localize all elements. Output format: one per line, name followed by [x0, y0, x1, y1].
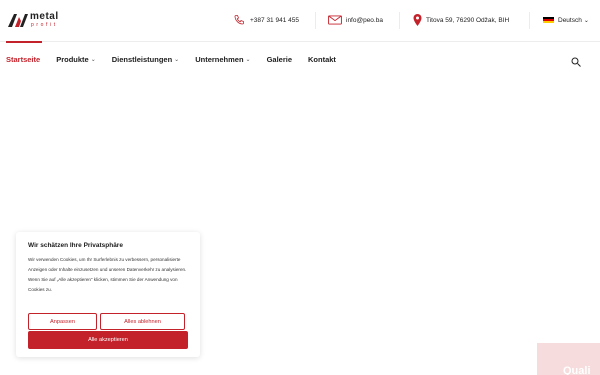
location-pin-icon: [413, 14, 422, 26]
cookie-title: Wir schätzen Ihre Privatsphäre: [28, 242, 123, 249]
language-switcher[interactable]: Deutsch ⌄: [543, 12, 589, 28]
cookie-text: Wir verwenden Cookies, um Ihr Surferlebn…: [28, 257, 187, 292]
nav-item-label: Galerie: [266, 54, 293, 64]
reject-label: Alles ablehnen: [124, 318, 161, 325]
language-label: Deutsch: [558, 16, 582, 24]
nav-item-label: Dienstleistungen: [111, 54, 173, 64]
chevron-down-icon: ⌄: [583, 17, 589, 24]
header-phone[interactable]: +387 31 941 455: [233, 12, 299, 28]
header-divider: [0, 41, 600, 42]
header-address[interactable]: Titova 59, 76290 Odžak, BIH: [413, 12, 509, 28]
accept-label: Alle akzeptieren: [88, 337, 128, 343]
main-nav: Startseite Produkte ⌄ Dienstleistungen ⌄…: [6, 51, 352, 67]
chevron-down-icon: ⌄: [90, 56, 96, 63]
logo-mark-icon: [8, 14, 28, 27]
nav-item-label: Produkte: [56, 54, 89, 64]
nav-item-label: Kontakt: [308, 54, 336, 64]
accept-all-button[interactable]: Alle akzeptieren: [28, 331, 188, 349]
address-text: Titova 59, 76290 Odžak, BIH: [426, 16, 510, 24]
phone-icon: [234, 15, 244, 25]
active-nav-indicator: [6, 41, 42, 43]
nav-item-unternehmen[interactable]: Unternehmen ⌄: [195, 55, 250, 64]
nav-item-startseite[interactable]: Startseite: [6, 55, 40, 64]
header-separator: [529, 12, 530, 29]
quality-badge: Quali: [537, 343, 600, 375]
header-email[interactable]: info@peo.ba: [328, 12, 383, 28]
nav-item-dienstleistungen[interactable]: Dienstleistungen ⌄: [112, 55, 179, 64]
nav-item-label: Unternehmen: [195, 54, 244, 64]
logo-subtitle: profit: [31, 22, 58, 28]
header-separator: [315, 12, 316, 29]
search-icon: [571, 57, 581, 67]
nav-item-label: Startseite: [6, 54, 41, 64]
logo-word: metal: [30, 11, 59, 22]
nav-item-kontakt[interactable]: Kontakt: [308, 55, 336, 64]
phone-number: +387 31 941 455: [250, 16, 299, 24]
german-flag-icon: [543, 16, 554, 24]
logo[interactable]: metal profit: [8, 12, 66, 30]
search-button[interactable]: [571, 54, 581, 72]
header-separator: [399, 12, 400, 29]
quality-badge-text: Quali: [563, 365, 591, 375]
customize-label: Anpassen: [50, 318, 75, 325]
top-bar: metal profit +387 31 941 455 info@peo.ba…: [0, 0, 600, 41]
customize-button[interactable]: Anpassen: [28, 313, 97, 330]
nav-item-galerie[interactable]: Galerie: [267, 55, 292, 64]
mail-icon: [328, 15, 342, 25]
reject-all-button[interactable]: Alles ablehnen: [100, 313, 185, 330]
email-address: info@peo.ba: [346, 16, 383, 24]
chevron-down-icon: ⌄: [174, 56, 180, 63]
chevron-down-icon: ⌄: [245, 56, 251, 63]
nav-item-produkte[interactable]: Produkte ⌄: [56, 55, 96, 64]
